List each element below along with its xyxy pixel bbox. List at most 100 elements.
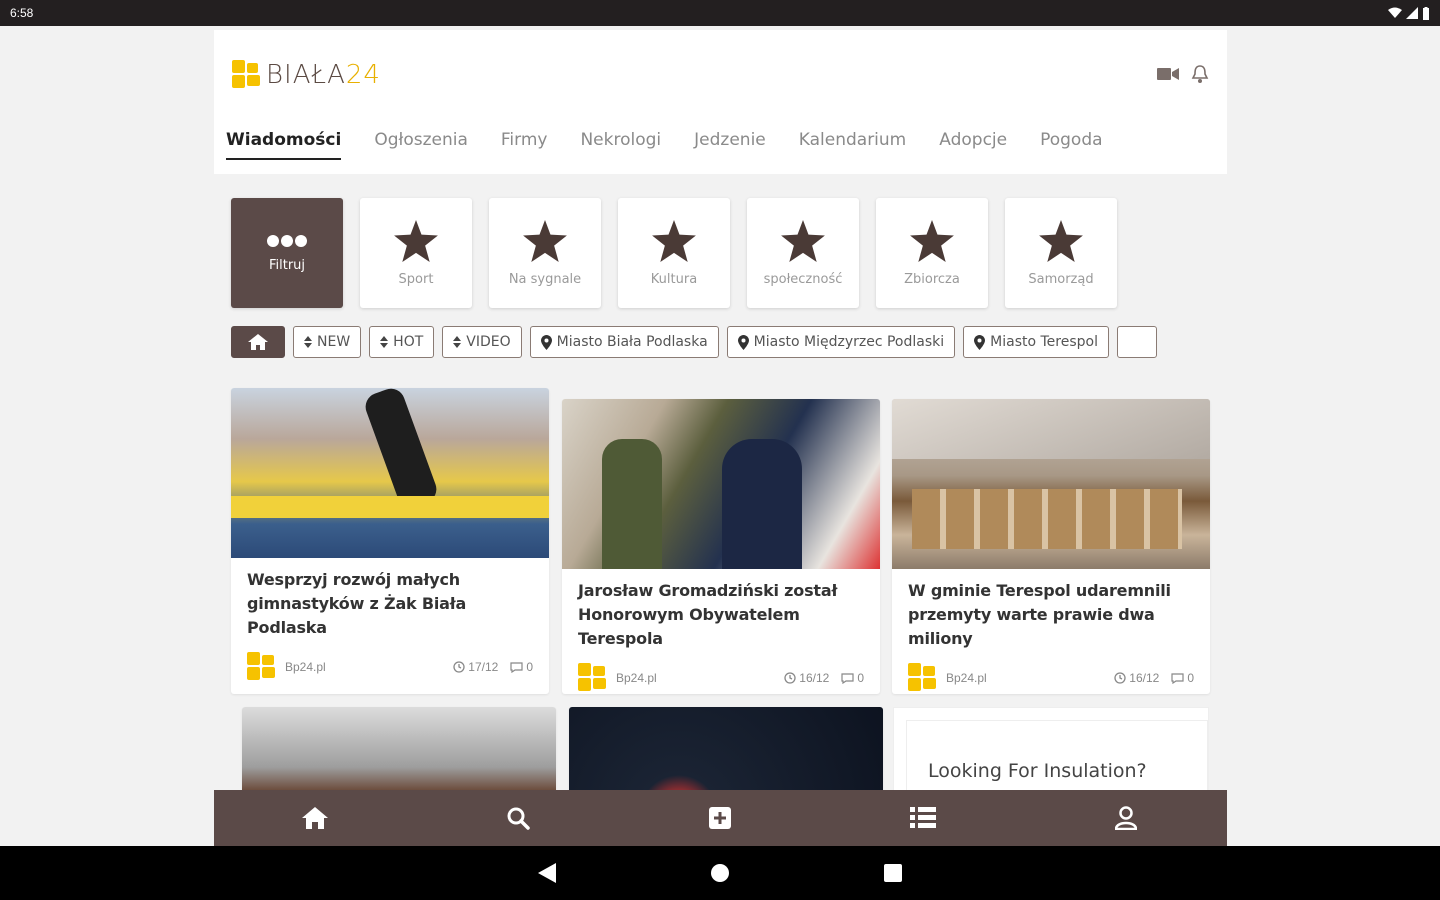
- dots-icon: [267, 234, 307, 247]
- nav-add[interactable]: [700, 798, 740, 838]
- clock-icon: [784, 672, 796, 684]
- tab-pogoda[interactable]: Pogoda: [1040, 130, 1102, 160]
- clock-icon: [453, 661, 465, 673]
- article-image: [242, 707, 556, 792]
- chip-biala-podlaska[interactable]: Miasto Biała Podlaska: [529, 326, 719, 358]
- home-icon: [302, 807, 329, 829]
- article-card[interactable]: W gminie Terespol udaremnili przemyty wa…: [892, 399, 1210, 694]
- source-logo-icon: [247, 652, 275, 680]
- category-filtruj[interactable]: Filtruj: [231, 198, 343, 308]
- chip-label: Miasto Biała Podlaska: [556, 334, 708, 350]
- status-icons: [1388, 6, 1430, 20]
- back-icon[interactable]: [538, 863, 556, 883]
- ad-text: Looking For Insulation?: [928, 760, 1147, 782]
- app-content: BIAŁA24 Wiadomości Ogłoszenia Firmy Nekr…: [214, 30, 1227, 792]
- app-header: BIAŁA24 Wiadomości Ogłoszenia Firmy Nekr…: [214, 30, 1227, 174]
- article-card[interactable]: [569, 707, 883, 792]
- tab-nekrologi[interactable]: Nekrologi: [580, 130, 661, 160]
- category-na-sygnale[interactable]: Na sygnale: [489, 198, 601, 308]
- chip-label: NEW: [317, 334, 351, 350]
- bell-icon[interactable]: [1191, 64, 1209, 84]
- article-meta: Bp24.pl 16/12 0: [892, 651, 1210, 693]
- pin-icon: [974, 334, 986, 350]
- nav-list[interactable]: [903, 798, 943, 838]
- add-icon: [709, 807, 732, 829]
- chip-miedzyrzec[interactable]: Miasto Międzyrzec Podlaski: [726, 326, 956, 358]
- nav-profile[interactable]: [1106, 798, 1146, 838]
- header-actions: [1157, 64, 1209, 84]
- comment-icon: [841, 672, 854, 684]
- article-card[interactable]: Jarosław Gromadziński został Honorowym O…: [562, 399, 880, 694]
- category-spolecznosc[interactable]: społeczność: [747, 198, 859, 308]
- chip-video[interactable]: VIDEO: [442, 326, 522, 358]
- article-date: 16/12: [1114, 671, 1159, 685]
- category-samorzad[interactable]: Samorząd: [1005, 198, 1117, 308]
- status-bar: 6:58: [0, 0, 1440, 26]
- category-label: Filtruj: [268, 257, 306, 273]
- article-image: [231, 388, 549, 558]
- nav-search[interactable]: [498, 798, 538, 838]
- bottom-navigation: [214, 790, 1227, 846]
- chip-more[interactable]: [1117, 326, 1157, 358]
- video-camera-icon[interactable]: [1157, 67, 1179, 81]
- system-navigation-bar: [0, 846, 1440, 900]
- filter-chips: NEW HOT VIDEO Miasto Biała Podlaska Mias…: [231, 326, 1157, 358]
- article-title: Jarosław Gromadziński został Honorowym O…: [578, 581, 838, 648]
- category-kultura[interactable]: Kultura: [618, 198, 730, 308]
- status-time: 6:58: [10, 6, 34, 20]
- chip-label: VIDEO: [466, 334, 511, 350]
- article-meta: Bp24.pl 16/12 0: [562, 651, 880, 693]
- article-meta: Bp24.pl 17/12 0: [231, 640, 549, 682]
- comment-icon: [1171, 672, 1184, 684]
- article-comments: 0: [841, 671, 864, 685]
- article-date: 17/12: [453, 660, 498, 674]
- ad-banner[interactable]: Looking For Insulation?: [893, 707, 1209, 792]
- chip-new[interactable]: NEW: [293, 326, 362, 358]
- logo-text: BIAŁA24: [266, 60, 381, 90]
- search-icon: [507, 807, 530, 830]
- comment-icon: [510, 661, 523, 673]
- tab-kalendarium[interactable]: Kalendarium: [799, 130, 906, 160]
- article-comments: 0: [510, 660, 533, 674]
- user-icon: [1114, 806, 1137, 830]
- tab-wiadomosci[interactable]: Wiadomości: [226, 130, 342, 160]
- star-icon: [652, 219, 696, 262]
- tab-ogloszenia[interactable]: Ogłoszenia: [374, 130, 468, 160]
- clock-icon: [1114, 672, 1126, 684]
- sort-icon: [453, 336, 462, 348]
- tab-firmy[interactable]: Firmy: [501, 130, 548, 160]
- pin-icon: [540, 334, 552, 350]
- article-date: 16/12: [784, 671, 829, 685]
- category-zbiorcza[interactable]: Zbiorcza: [876, 198, 988, 308]
- star-icon: [523, 219, 567, 262]
- article-image: [569, 707, 883, 792]
- wifi-icon: [1388, 7, 1402, 18]
- category-label: Sport: [398, 271, 434, 287]
- chip-terespol[interactable]: Miasto Terespol: [963, 326, 1109, 358]
- category-label: Samorząd: [1028, 271, 1094, 287]
- main-tabs: Wiadomości Ogłoszenia Firmy Nekrologi Je…: [226, 130, 1103, 160]
- article-comments: 0: [1171, 671, 1194, 685]
- list-icon: [910, 807, 937, 828]
- tab-jedzenie[interactable]: Jedzenie: [694, 130, 766, 160]
- category-label: Na sygnale: [508, 271, 582, 287]
- category-label: Kultura: [650, 271, 698, 287]
- chip-label: HOT: [393, 334, 424, 350]
- article-card[interactable]: [242, 707, 556, 792]
- article-card[interactable]: Wesprzyj rozwój małych gimnastyków z Żak…: [231, 388, 549, 694]
- recents-icon[interactable]: [884, 864, 902, 882]
- chip-hot[interactable]: HOT: [369, 326, 435, 358]
- article-title: W gminie Terespol udaremnili przemyty wa…: [908, 581, 1171, 648]
- category-tiles: Filtruj Sport Na sygnale Kultura społecz…: [231, 198, 1117, 308]
- category-sport[interactable]: Sport: [360, 198, 472, 308]
- article-image: [892, 399, 1210, 569]
- chip-label: Miasto Terespol: [990, 334, 1098, 350]
- star-icon: [781, 219, 825, 262]
- signal-icon: [1406, 7, 1418, 19]
- article-title: Wesprzyj rozwój małych gimnastyków z Żak…: [247, 570, 467, 637]
- home-circle-icon[interactable]: [711, 864, 729, 882]
- tab-adopcje[interactable]: Adopcje: [939, 130, 1007, 160]
- chip-home[interactable]: [231, 326, 285, 358]
- app-logo[interactable]: BIAŁA24: [232, 60, 381, 90]
- nav-home[interactable]: [295, 798, 335, 838]
